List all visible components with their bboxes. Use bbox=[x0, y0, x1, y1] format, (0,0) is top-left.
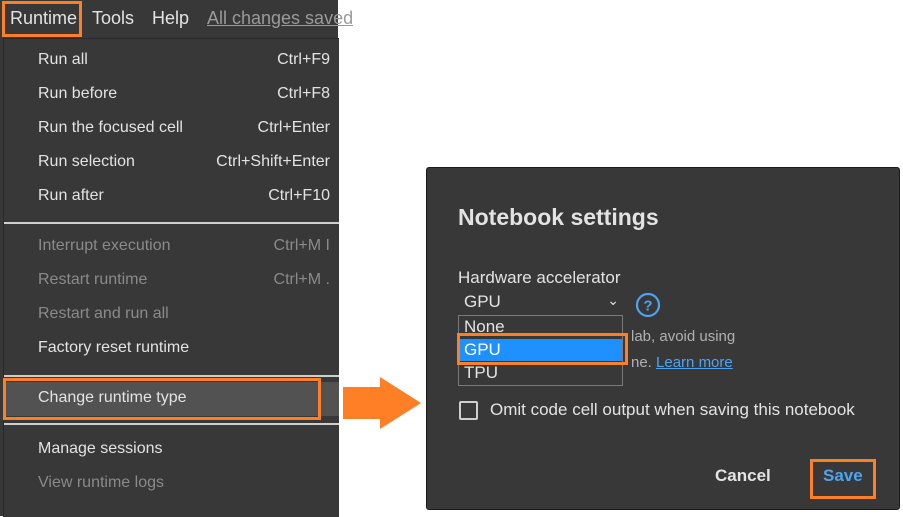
save-status-link[interactable]: All changes saved bbox=[207, 8, 353, 29]
menu-item-shortcut: Ctrl+Shift+Enter bbox=[216, 153, 330, 170]
menu-item-run-focused-cell[interactable]: Run the focused cell Ctrl+Enter bbox=[4, 112, 339, 146]
menu-item-restart-and-run-all[interactable]: Restart and run all bbox=[4, 298, 339, 332]
menu-item-interrupt-execution[interactable]: Interrupt execution Ctrl+M I bbox=[4, 230, 339, 264]
select-value: GPU bbox=[464, 292, 501, 311]
menu-item-run-before[interactable]: Run before Ctrl+F8 bbox=[4, 78, 339, 112]
menu-item-label: Factory reset runtime bbox=[38, 339, 190, 356]
learn-more-link[interactable]: Learn more bbox=[656, 354, 733, 371]
runtime-dropdown-menu: Run all Ctrl+F9 Run before Ctrl+F8 Run t… bbox=[3, 38, 339, 517]
help-icon[interactable]: ? bbox=[635, 292, 661, 318]
menu-item-shortcut: Ctrl+F8 bbox=[277, 85, 330, 102]
menu-item-label: View runtime logs bbox=[38, 474, 164, 491]
menu-item-label: Interrupt execution bbox=[38, 237, 171, 254]
highlight-runtime-menu bbox=[2, 1, 82, 37]
menu-divider bbox=[4, 375, 339, 377]
menu-item-label: Manage sessions bbox=[38, 440, 163, 457]
left-panel: Runtime Tools Help All changes saved Run… bbox=[0, 0, 353, 517]
menu-item-run-all[interactable]: Run all Ctrl+F9 bbox=[4, 44, 339, 78]
hardware-accelerator-select[interactable]: GPU ⌄ bbox=[458, 292, 623, 314]
menu-item-shortcut: Ctrl+F10 bbox=[268, 187, 330, 204]
svg-text:?: ? bbox=[643, 298, 652, 315]
menu-divider bbox=[4, 423, 339, 425]
menu-item-view-runtime-logs[interactable]: View runtime logs bbox=[4, 467, 339, 501]
hardware-accelerator-label: Hardware accelerator bbox=[458, 268, 621, 287]
menu-item-run-after[interactable]: Run after Ctrl+F10 bbox=[4, 180, 339, 214]
note-text: ne. bbox=[631, 354, 652, 371]
menu-item-label: Run after bbox=[38, 187, 104, 204]
menu-item-run-selection[interactable]: Run selection Ctrl+Shift+Enter bbox=[4, 146, 339, 180]
menu-item-restart-runtime[interactable]: Restart runtime Ctrl+M . bbox=[4, 264, 339, 298]
menu-item-label: Run before bbox=[38, 85, 118, 102]
menu-item-shortcut: Ctrl+M I bbox=[273, 237, 330, 254]
menu-help[interactable]: Help bbox=[152, 8, 189, 29]
omit-output-label: Omit code cell output when saving this n… bbox=[490, 400, 855, 419]
menu-item-manage-sessions[interactable]: Manage sessions bbox=[4, 433, 339, 467]
highlight-change-runtime-type bbox=[3, 378, 321, 420]
cancel-button[interactable]: Cancel bbox=[715, 466, 771, 486]
menu-item-label: Run all bbox=[38, 51, 88, 68]
menu-item-label: Run the focused cell bbox=[38, 119, 183, 136]
menu-item-factory-reset-runtime[interactable]: Factory reset runtime bbox=[4, 332, 339, 366]
menu-item-shortcut: Ctrl+Enter bbox=[257, 119, 330, 136]
chevron-down-icon: ⌄ bbox=[607, 292, 619, 308]
highlight-gpu-option bbox=[457, 333, 628, 365]
menu-item-label: Run selection bbox=[38, 153, 135, 170]
option-label: TPU bbox=[464, 363, 498, 382]
menu-item-shortcut: Ctrl+F9 bbox=[277, 51, 330, 68]
arrow-right-icon bbox=[343, 377, 421, 429]
omit-output-checkbox[interactable] bbox=[459, 401, 478, 420]
menu-item-label: Restart and run all bbox=[38, 305, 169, 322]
accelerator-note-line2: ne. Learn more bbox=[631, 354, 733, 371]
menu-divider bbox=[4, 222, 339, 224]
menu-item-shortcut: Ctrl+M . bbox=[273, 271, 330, 288]
menu-tools[interactable]: Tools bbox=[92, 8, 134, 29]
accelerator-note-line1: lab, avoid using bbox=[631, 328, 736, 345]
highlight-save-button bbox=[810, 459, 876, 499]
dialog-title: Notebook settings bbox=[458, 204, 659, 230]
menu-item-label: Restart runtime bbox=[38, 271, 148, 288]
option-tpu[interactable]: TPU bbox=[459, 362, 622, 384]
